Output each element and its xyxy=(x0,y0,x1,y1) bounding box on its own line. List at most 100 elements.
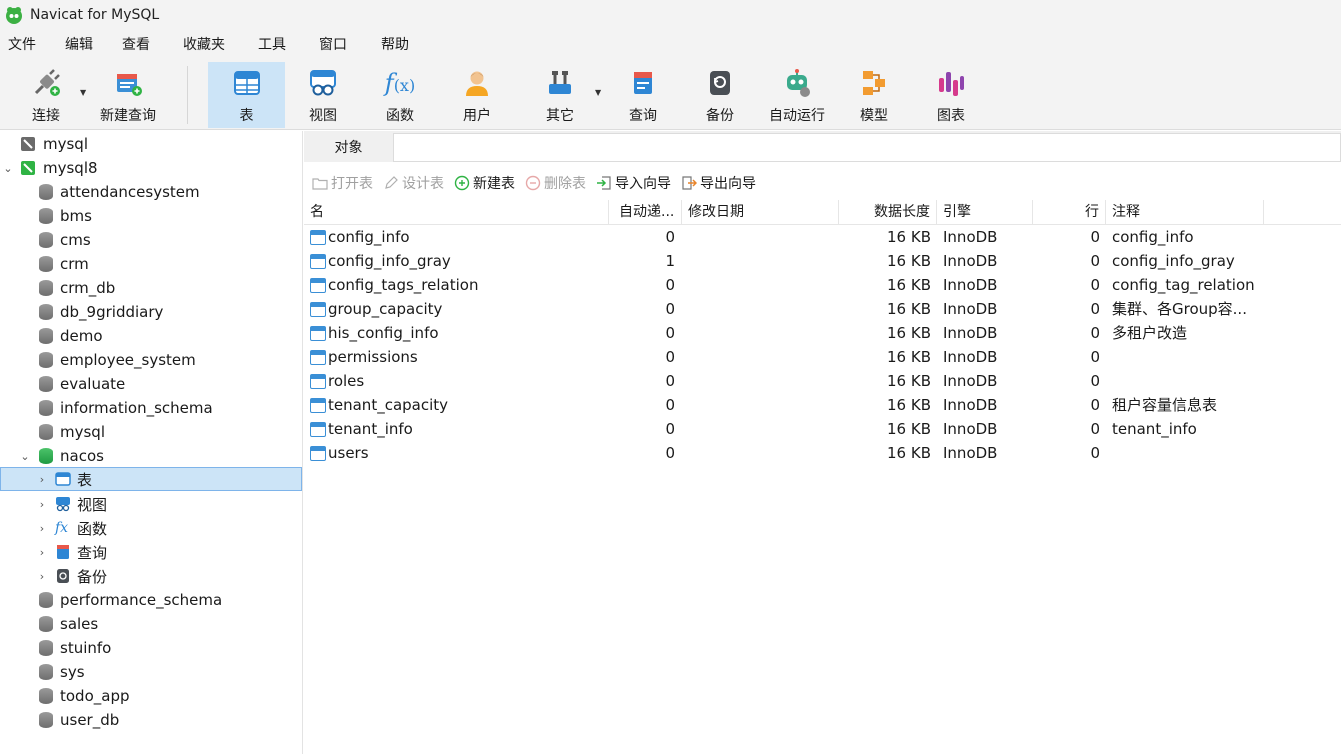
other-dropdown-caret-icon[interactable]: ▼ xyxy=(595,88,601,97)
model-button[interactable]: 模型 xyxy=(842,62,906,128)
table-row[interactable]: permissions 0 16 KB InnoDB 0 xyxy=(304,345,1341,369)
pencil-icon xyxy=(383,175,399,191)
cell-name: config_info xyxy=(310,225,606,249)
tree-database[interactable]: evaluate xyxy=(0,372,302,396)
export-wizard-label: 导出向导 xyxy=(700,176,756,192)
import-wizard-label: 导入向导 xyxy=(615,176,671,192)
column-header-rows[interactable]: 行 xyxy=(1033,200,1106,225)
tree-node-views[interactable]: › 视图 xyxy=(0,492,302,516)
tree-database[interactable]: sys xyxy=(0,660,302,684)
chevron-right-icon[interactable]: › xyxy=(36,498,48,511)
other-button[interactable]: 其它 xyxy=(528,62,592,128)
table-button[interactable]: 表 xyxy=(208,62,285,128)
chevron-right-icon[interactable]: › xyxy=(36,570,48,583)
automation-button[interactable]: 自动运行 xyxy=(763,62,831,128)
tree-label: bms xyxy=(60,207,92,225)
backup-label: 备份 xyxy=(706,108,734,124)
cell-auto-increment: 0 xyxy=(665,420,675,438)
open-table-button[interactable]: 打开表 xyxy=(312,173,373,193)
tree-database[interactable]: employee_system xyxy=(0,348,302,372)
export-wizard-button[interactable]: 导出向导 xyxy=(681,173,756,193)
tree-node-backups[interactable]: › 备份 xyxy=(0,564,302,588)
database-icon xyxy=(39,256,53,272)
cell-auto-increment: 0 xyxy=(665,444,675,462)
tree-database-nacos[interactable]: ⌄ nacos xyxy=(0,444,302,468)
tree-database[interactable]: performance_schema xyxy=(0,588,302,612)
tab-objects[interactable]: 对象 xyxy=(304,131,393,162)
design-table-button[interactable]: 设计表 xyxy=(383,173,444,193)
table-row[interactable]: users 0 16 KB InnoDB 0 xyxy=(304,441,1341,465)
function-label: 函数 xyxy=(386,108,414,124)
column-header-modified[interactable]: 修改日期 xyxy=(682,200,839,225)
tree-database[interactable]: db_9griddiary xyxy=(0,300,302,324)
tree-database[interactable]: crm_db xyxy=(0,276,302,300)
menu-edit[interactable]: 编辑 xyxy=(57,30,101,60)
menu-file[interactable]: 文件 xyxy=(0,30,44,60)
table-row[interactable]: config_info_gray 1 16 KB InnoDB 0 config_info… xyxy=(304,249,1341,273)
menu-help[interactable]: 帮助 xyxy=(373,30,417,60)
tree-node-queries[interactable]: › 查询 xyxy=(0,540,302,564)
column-header-auto-increment[interactable]: 自动递... xyxy=(609,200,682,225)
connect-dropdown-caret-icon[interactable]: ▼ xyxy=(80,88,86,97)
menu-tools[interactable]: 工具 xyxy=(250,30,294,60)
chevron-right-icon[interactable]: › xyxy=(36,546,48,559)
table-row[interactable]: roles 0 16 KB InnoDB 0 xyxy=(304,369,1341,393)
tree-database[interactable]: sales xyxy=(0,612,302,636)
tree-connection-mysql8[interactable]: ⌄ mysql8 xyxy=(0,156,302,180)
cell-comment: 租户容量信息表 xyxy=(1112,396,1218,414)
chevron-down-icon[interactable]: ⌄ xyxy=(2,162,14,175)
column-header-data-length[interactable]: 数据长度 xyxy=(839,200,937,225)
chevron-right-icon[interactable]: › xyxy=(36,473,48,486)
table-row[interactable]: group_capacity 0 16 KB InnoDB 0 集群、各Group容... xyxy=(304,297,1341,321)
tree-database[interactable]: information_schema xyxy=(0,396,302,420)
database-icon xyxy=(39,352,53,368)
tree-database[interactable]: mysql xyxy=(0,420,302,444)
tree-database[interactable]: crm xyxy=(0,252,302,276)
chevron-down-icon[interactable]: ⌄ xyxy=(19,450,31,463)
tree-database[interactable]: bms xyxy=(0,204,302,228)
tree-connection-mysql[interactable]: mysql xyxy=(0,132,302,156)
object-toolbar: 打开表 设计表 新建表 删除表 导入向导 导出向导 xyxy=(304,170,1341,196)
table-row[interactable]: tenant_capacity 0 16 KB InnoDB 0 租户容量信息表 xyxy=(304,393,1341,417)
tree-database[interactable]: todo_app xyxy=(0,684,302,708)
table-row[interactable]: config_info 0 16 KB InnoDB 0 config_info xyxy=(304,225,1341,249)
backup-button[interactable]: 备份 xyxy=(688,62,752,128)
table-row[interactable]: config_tags_relation 0 16 KB InnoDB 0 config_… xyxy=(304,273,1341,297)
delete-table-button[interactable]: 删除表 xyxy=(525,173,586,193)
chevron-right-icon[interactable]: › xyxy=(36,522,48,535)
tree-node-functions[interactable]: › fx 函数 xyxy=(0,516,302,540)
window-title: Navicat for MySQL xyxy=(30,7,160,23)
column-header-engine[interactable]: 引擎 xyxy=(937,200,1033,225)
import-wizard-button[interactable]: 导入向导 xyxy=(596,173,671,193)
menu-window[interactable]: 窗口 xyxy=(311,30,355,60)
table-row[interactable]: his_config_info 0 16 KB InnoDB 0 多租户改造 xyxy=(304,321,1341,345)
menu-view[interactable]: 查看 xyxy=(114,30,158,60)
table-icon xyxy=(310,301,326,317)
function-button[interactable]: f(x) 函数 xyxy=(368,62,432,128)
cell-modified xyxy=(688,249,838,273)
tree-label: sys xyxy=(60,663,85,681)
view-button[interactable]: 视图 xyxy=(291,62,355,128)
chart-button[interactable]: 图表 xyxy=(919,62,983,128)
tree-database[interactable]: attendancesystem xyxy=(0,180,302,204)
new-table-button[interactable]: 新建表 xyxy=(454,173,515,193)
query-button[interactable]: 查询 xyxy=(611,62,675,128)
new-query-button[interactable]: 新建查询 xyxy=(94,62,162,128)
table-row[interactable]: tenant_info 0 16 KB InnoDB 0 tenant_info xyxy=(304,417,1341,441)
table-icon xyxy=(310,445,326,461)
database-icon xyxy=(39,688,53,704)
connect-button[interactable]: 连接 xyxy=(16,62,76,128)
menu-favorites[interactable]: 收藏夹 xyxy=(175,30,233,60)
table-name-text: tenant_info xyxy=(328,420,413,438)
view-label: 视图 xyxy=(309,108,337,124)
tree-node-tables[interactable]: › 表 xyxy=(0,467,302,491)
tree-label: demo xyxy=(60,327,103,345)
user-button[interactable]: 用户 xyxy=(445,62,509,128)
column-header-name[interactable]: 名 xyxy=(304,200,609,225)
tree-database[interactable]: demo xyxy=(0,324,302,348)
tree-database[interactable]: user_db xyxy=(0,708,302,732)
column-header-comment[interactable]: 注释 xyxy=(1106,200,1264,225)
tree-database[interactable]: cms xyxy=(0,228,302,252)
cell-modified xyxy=(688,321,838,345)
tree-database[interactable]: stuinfo xyxy=(0,636,302,660)
